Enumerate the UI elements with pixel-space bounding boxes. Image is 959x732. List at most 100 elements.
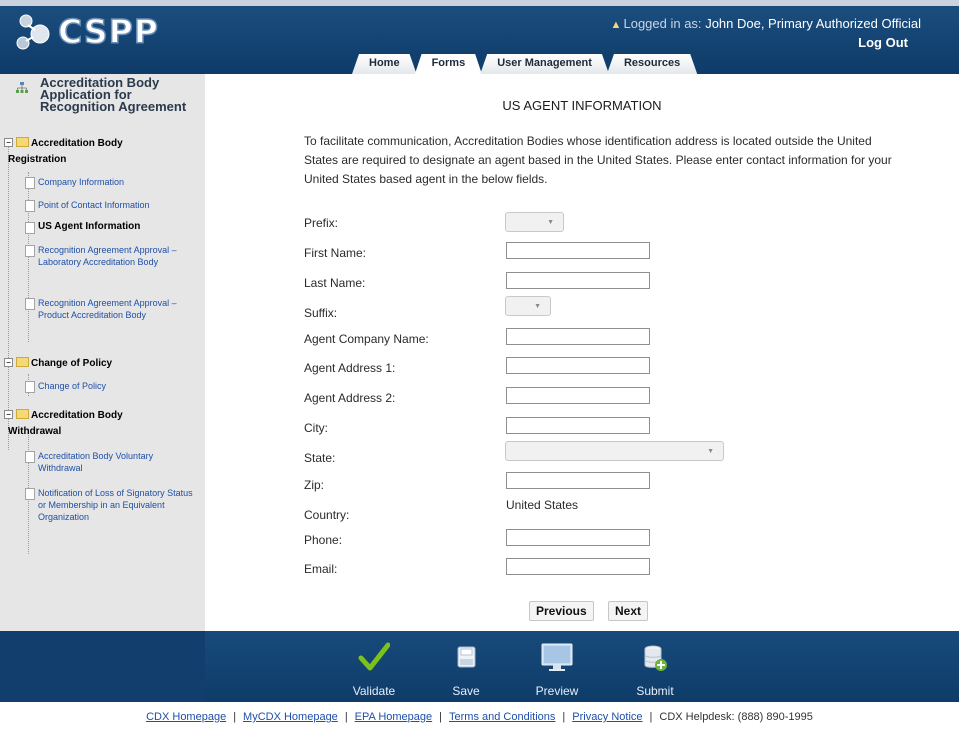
agent-company-name-field[interactable]	[506, 328, 650, 345]
separator: |	[344, 711, 348, 723]
country-label: Country:	[304, 508, 350, 522]
tab-forms[interactable]: Forms	[415, 54, 483, 75]
tab-resources[interactable]: Resources	[607, 54, 697, 74]
validate-label: Validate	[352, 684, 396, 698]
collapse-icon[interactable]: −	[4, 138, 13, 147]
page-title: US AGENT INFORMATION	[502, 98, 662, 113]
sidebar-item-label: Accreditation Body Voluntary Withdrawal	[38, 451, 154, 473]
document-icon	[25, 222, 35, 234]
separator: |	[439, 711, 442, 723]
email-row: Email:	[304, 558, 904, 578]
folder-icon	[16, 409, 29, 419]
separator: |	[649, 711, 653, 723]
prefix-row: Prefix: ▼	[304, 212, 904, 232]
sidebar-item-change-of-policy[interactable]: Change of Policy	[25, 380, 198, 393]
top-link-strip	[0, 0, 959, 6]
tree-section-withdrawal[interactable]: − Accreditation Body Withdrawal	[4, 408, 123, 440]
footer: CDX Homepage | MyCDX Homepage | EPA Homepage…	[0, 702, 959, 729]
country-value: United States	[506, 498, 579, 512]
phone-label: Phone:	[304, 533, 343, 547]
separator: |	[233, 711, 237, 723]
first-name-field[interactable]	[506, 242, 650, 259]
suffix-row: Suffix: ▼	[304, 296, 904, 320]
last-name-label: Last Name:	[304, 276, 366, 290]
zip-label: Zip:	[304, 478, 325, 492]
footer-link-epa-homepage[interactable]: EPA Homepage	[355, 711, 432, 723]
tab-user-management[interactable]: User Management	[480, 54, 609, 74]
agent-address1-field[interactable]	[506, 357, 650, 374]
sidebar-item-company-information[interactable]: Company Information	[25, 176, 198, 189]
save-label: Save	[452, 684, 480, 698]
sidebar-item-loss-of-signatory-status[interactable]: Notification of Loss of Signatory Status…	[25, 487, 198, 523]
footer-link-privacy[interactable]: Privacy Notice	[572, 711, 642, 723]
state-label: State:	[304, 451, 336, 465]
footer-link-mycdx-homepage[interactable]: MyCDX Homepage	[243, 711, 338, 723]
document-icon	[25, 200, 35, 212]
section-label: Change of Policy	[31, 358, 113, 369]
toolbar-left-panel	[0, 631, 205, 702]
first-name-row: First Name:	[304, 242, 904, 262]
section-label: Accreditation Body	[31, 138, 123, 149]
agent-address2-field[interactable]	[506, 387, 650, 404]
chevron-down-icon: ▼	[707, 448, 714, 455]
footer-helpdesk: CDX Helpdesk: (888) 890-1995	[659, 711, 813, 723]
preview-label: Preview	[535, 684, 579, 698]
zip-field[interactable]	[506, 472, 650, 489]
suffix-label: Suffix:	[304, 306, 338, 320]
footer-link-cdx-homepage[interactable]: CDX Homepage	[146, 711, 226, 723]
sidebar-item-label: Recognition Agreement Approval – Laborat…	[38, 245, 177, 267]
section-label-line2: Withdrawal	[8, 426, 62, 437]
city-label: City:	[304, 421, 328, 435]
first-name-label: First Name:	[304, 246, 367, 260]
sidebar-item-label: Recognition Agreement Approval – Product…	[38, 298, 177, 320]
prefix-label: Prefix:	[304, 216, 339, 230]
separator: |	[562, 711, 566, 723]
checkmark-icon	[358, 642, 390, 671]
cspp-logo[interactable]: CSPP	[14, 11, 174, 52]
last-name-field[interactable]	[506, 272, 650, 289]
city-row: City:	[304, 417, 904, 437]
email-field[interactable]	[506, 558, 650, 575]
document-icon	[25, 488, 35, 500]
tree-line	[28, 172, 29, 342]
molecule-icon	[16, 14, 50, 50]
last-name-row: Last Name:	[304, 272, 904, 292]
address2-row: Agent Address 2:	[304, 387, 904, 407]
tree-section-change-of-policy[interactable]: − Change of Policy	[4, 356, 113, 372]
next-button[interactable]: Next	[608, 601, 649, 621]
section-label: Accreditation Body	[31, 410, 123, 421]
sidebar-item-label: Company Information	[38, 177, 125, 187]
suffix-select[interactable]: ▼	[505, 296, 551, 316]
collapse-icon[interactable]: −	[4, 410, 13, 419]
intro-text: To facilitate communication, Accreditati…	[304, 134, 892, 186]
document-icon	[25, 245, 35, 257]
sidebar-heading: Accreditation Body Application for Recog…	[16, 76, 205, 113]
sidebar-item-us-agent-information[interactable]: US Agent Information	[25, 221, 198, 234]
sidebar-item-voluntary-withdrawal[interactable]: Accreditation Body Voluntary Withdrawal	[25, 450, 198, 474]
previous-button[interactable]: Previous	[529, 601, 594, 621]
sidebar-item-point-of-contact[interactable]: Point of Contact Information	[25, 199, 198, 212]
phone-field[interactable]	[506, 529, 650, 546]
country-row: Country: United States	[304, 498, 904, 522]
monitor-icon	[541, 643, 573, 671]
company-label: Agent Company Name:	[304, 332, 429, 346]
collapse-icon[interactable]: −	[4, 358, 13, 367]
chevron-down-icon: ▼	[547, 219, 554, 226]
sidebar: Accreditation Body Application for Recog…	[0, 74, 205, 631]
sidebar-item-product-approval[interactable]: Recognition Agreement Approval – Product…	[25, 297, 188, 321]
tab-home[interactable]: Home	[352, 54, 417, 74]
action-toolbar: Validate Save Preview Submit	[0, 631, 959, 702]
city-field[interactable]	[506, 417, 650, 434]
document-icon	[25, 298, 35, 310]
sidebar-item-laboratory-approval[interactable]: Recognition Agreement Approval – Laborat…	[25, 244, 188, 268]
user-icon: ▲	[610, 19, 622, 31]
state-select[interactable]: ▼	[505, 441, 724, 461]
logout-link[interactable]: Log Out	[858, 35, 908, 50]
tree-section-registration[interactable]: − Accreditation Body Registration	[4, 136, 123, 168]
document-icon	[25, 381, 35, 393]
prefix-select[interactable]: ▼	[505, 212, 564, 232]
main-content: US AGENT INFORMATION To facilitate commu…	[205, 74, 959, 631]
footer-link-terms[interactable]: Terms and Conditions	[449, 711, 555, 723]
address1-row: Agent Address 1:	[304, 357, 904, 377]
email-label: Email:	[304, 562, 338, 576]
